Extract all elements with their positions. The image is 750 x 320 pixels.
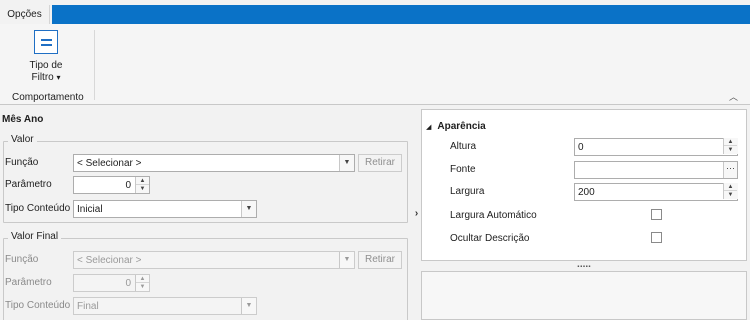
chevron-down-icon[interactable]: ▼: [339, 252, 354, 268]
decrement-icon[interactable]: ▼: [724, 191, 737, 199]
tipo-conteudo-final-label: Tipo Conteúdo: [5, 300, 71, 311]
altura-label: Altura: [450, 141, 477, 152]
funcao-final-value: < Selecionar >: [77, 255, 142, 266]
parametro-final-value: 0: [125, 278, 131, 289]
stepper-buttons: ▲ ▼: [135, 177, 149, 193]
valor-final-legend: Valor Final: [8, 231, 62, 242]
section-aparencia[interactable]: ◢ Aparência: [426, 121, 486, 132]
parametro-label: Parâmetro: [5, 179, 52, 190]
ribbon-group-separator: [94, 30, 95, 100]
tipo-conteudo-final-value: Final: [77, 301, 99, 312]
ocultar-descricao-label: Ocultar Descrição: [450, 233, 530, 244]
resize-handle-icon[interactable]: .....: [574, 260, 594, 270]
largura-stepper-buttons: ▲ ▼: [723, 183, 738, 201]
largura-automatico-checkbox[interactable]: [651, 209, 662, 220]
ribbon-title-bar: [52, 5, 750, 24]
filter-label-line2: Filtro: [31, 72, 54, 83]
increment-icon[interactable]: ▲: [724, 138, 737, 146]
altura-value: 0: [578, 142, 584, 153]
increment-icon[interactable]: ▲: [136, 177, 149, 185]
tipo-conteudo-final-select[interactable]: Final ▼: [73, 297, 257, 315]
largura-value: 200: [578, 187, 595, 198]
retirar-button[interactable]: Retirar: [358, 154, 402, 172]
filter-label-line1: Tipo de: [29, 60, 63, 71]
stepper-buttons: ▲ ▼: [723, 183, 738, 199]
tipo-conteudo-select[interactable]: Inicial ▼: [73, 200, 257, 218]
section-aparencia-label: Aparência: [437, 121, 486, 132]
tipo-conteudo-label: Tipo Conteúdo: [5, 203, 71, 214]
stepper-buttons: ▲ ▼: [723, 138, 738, 154]
panel-title: Mês Ano: [2, 114, 44, 125]
fonte-label: Fonte: [450, 164, 476, 175]
funcao-label: Função: [5, 157, 39, 168]
funcao-select-value: < Selecionar >: [77, 158, 142, 169]
increment-icon[interactable]: ▲: [136, 275, 149, 283]
equals-icon: [34, 30, 58, 54]
ocultar-descricao-checkbox[interactable]: [651, 232, 662, 243]
largura-stepper[interactable]: 200 ▲ ▼: [574, 183, 738, 201]
fonte-input[interactable]: ···: [574, 161, 738, 179]
description-panel: [421, 271, 747, 320]
tipo-de-filtro-label: Tipo de Filtro ▾: [24, 60, 68, 84]
altura-stepper[interactable]: 0 ▲ ▼: [574, 138, 738, 156]
tab-opcoes[interactable]: Opções: [0, 5, 50, 24]
largura-automatico-label: Largura Automático: [450, 210, 537, 221]
expand-arrow-icon[interactable]: ›: [412, 208, 421, 219]
parametro-final-stepper[interactable]: 0 ▲ ▼: [73, 274, 150, 292]
chevron-down-icon[interactable]: ▼: [241, 298, 256, 314]
chevron-down-icon[interactable]: ▼: [339, 155, 354, 171]
stepper-buttons: ▲ ▼: [135, 275, 149, 291]
parametro-value: 0: [125, 180, 131, 191]
tipo-de-filtro-button[interactable]: Tipo de Filtro ▾: [24, 30, 68, 86]
funcao-final-label: Função: [5, 254, 39, 265]
decrement-icon[interactable]: ▼: [136, 185, 149, 193]
parametro-final-label: Parâmetro: [5, 277, 52, 288]
group-label-comportamento: Comportamento: [12, 92, 84, 103]
ribbon-body: [0, 24, 750, 105]
ellipsis-icon[interactable]: ···: [723, 162, 737, 178]
tipo-conteudo-value: Inicial: [77, 204, 103, 215]
valor-legend: Valor: [8, 134, 37, 145]
increment-icon[interactable]: ▲: [724, 183, 737, 191]
decrement-icon[interactable]: ▼: [136, 283, 149, 291]
collapse-ribbon-icon[interactable]: ︿: [729, 90, 741, 102]
funcao-final-select[interactable]: < Selecionar > ▼: [73, 251, 355, 269]
funcao-select[interactable]: < Selecionar > ▼: [73, 154, 355, 172]
dropdown-caret-icon: ▾: [56, 73, 61, 82]
altura-stepper-buttons: ▲ ▼: [723, 138, 738, 156]
chevron-down-icon[interactable]: ▼: [241, 201, 256, 217]
decrement-icon[interactable]: ▼: [724, 146, 737, 154]
parametro-stepper[interactable]: 0 ▲ ▼: [73, 176, 150, 194]
largura-label: Largura: [450, 186, 485, 197]
retirar-final-button[interactable]: Retirar: [358, 251, 402, 269]
collapse-triangle-icon[interactable]: ◢: [426, 124, 431, 131]
